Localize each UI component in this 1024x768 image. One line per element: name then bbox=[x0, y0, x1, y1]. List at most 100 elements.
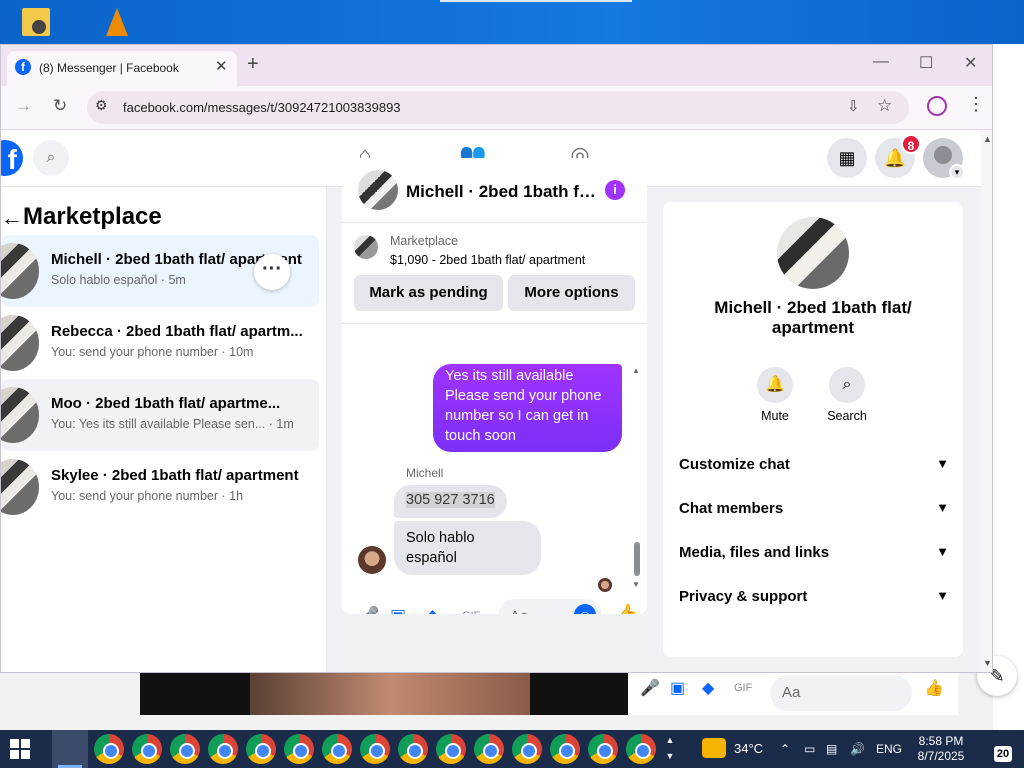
weather-icon[interactable] bbox=[702, 738, 726, 758]
more-options-button[interactable]: More options bbox=[508, 275, 635, 311]
outgoing-message: Yes its still available Please send your… bbox=[433, 364, 622, 452]
messages-scrollbar[interactable]: ▲ ▼ bbox=[632, 366, 642, 589]
address-bar[interactable]: ⚙ facebook.com/messages/t/30924721003839… bbox=[87, 91, 909, 124]
sender-name: Michell bbox=[406, 466, 444, 480]
device-icon[interactable]: ▭ bbox=[804, 742, 815, 756]
desktop-background bbox=[0, 0, 1024, 44]
chevron-up-icon[interactable]: ⌃ bbox=[780, 742, 790, 756]
scroll-up-icon[interactable]: ▲ bbox=[983, 134, 992, 144]
chat-avatar[interactable] bbox=[358, 170, 398, 210]
search-label: Search bbox=[827, 409, 867, 423]
mic-icon: 🎤 bbox=[640, 680, 660, 697]
chat-header-name[interactable]: Michell · 2bed 1bath flat/ apartment bbox=[406, 182, 596, 202]
info-icon[interactable]: i bbox=[605, 180, 625, 200]
mute-button[interactable]: 🔔 Mute bbox=[745, 367, 805, 423]
chrome-icon[interactable] bbox=[588, 734, 618, 764]
volume-icon[interactable]: 🔊 bbox=[850, 742, 865, 756]
chrome-icon[interactable] bbox=[322, 734, 352, 764]
taskbar-overflow-arrows[interactable]: ▲ ▼ bbox=[664, 732, 676, 766]
bookmark-star-icon[interactable]: ☆ bbox=[877, 96, 892, 116]
marketplace-title: Marketplace bbox=[23, 203, 162, 230]
media-files-links-row[interactable]: Media, files and links ▼ bbox=[679, 544, 949, 572]
scroll-down-icon[interactable]: ▼ bbox=[983, 658, 992, 668]
scrollbar-thumb[interactable] bbox=[634, 542, 640, 576]
listing-thumbnail bbox=[1, 315, 39, 371]
taskbar-active-app[interactable] bbox=[52, 730, 88, 768]
menu-grid-icon[interactable]: ▦ bbox=[827, 138, 867, 178]
profile-icon[interactable] bbox=[927, 96, 947, 116]
chrome-icon[interactable] bbox=[132, 734, 162, 764]
incoming-message: Solo hablo español bbox=[394, 521, 541, 575]
close-window-button[interactable]: ✕ bbox=[964, 53, 977, 73]
install-app-icon[interactable]: ⇩ bbox=[847, 97, 860, 115]
folder-desktop-icon[interactable] bbox=[22, 8, 50, 36]
info-avatar[interactable] bbox=[777, 217, 849, 289]
chrome-icon[interactable] bbox=[246, 734, 276, 764]
image-icon: ▣ bbox=[670, 680, 686, 697]
chrome-icon[interactable] bbox=[626, 734, 656, 764]
more-dots-icon[interactable]: ··· bbox=[254, 254, 290, 290]
search-button[interactable]: ⌕ Search bbox=[817, 367, 877, 423]
image-icon[interactable]: ▣ bbox=[390, 606, 406, 614]
listing-price[interactable]: $1,090 - 2bed 1bath flat/ apartment bbox=[390, 253, 585, 267]
chrome-icon[interactable] bbox=[436, 734, 466, 764]
browser-menu-icon[interactable]: ⋮ bbox=[967, 94, 985, 115]
minimize-button[interactable]: — bbox=[873, 53, 889, 71]
chrome-icon[interactable] bbox=[550, 734, 580, 764]
mark-as-pending-button[interactable]: Mark as pending bbox=[354, 275, 503, 311]
scroll-down-icon[interactable]: ▼ bbox=[632, 580, 640, 589]
chrome-icon[interactable] bbox=[512, 734, 542, 764]
page-scrollbar[interactable]: ▲ ▼ bbox=[981, 130, 992, 672]
chrome-icon[interactable] bbox=[474, 734, 504, 764]
windows-start-icon[interactable] bbox=[10, 739, 30, 759]
chat-item[interactable]: Rebecca · 2bed 1bath flat/ apartm... You… bbox=[1, 307, 319, 379]
privacy-support-row[interactable]: Privacy & support ▼ bbox=[679, 588, 949, 616]
facebook-logo[interactable]: f bbox=[1, 140, 23, 176]
tab-messenger[interactable]: f (8) Messenger | Facebook ✕ bbox=[7, 51, 237, 86]
site-settings-icon[interactable]: ⚙ bbox=[95, 97, 108, 114]
clock[interactable]: 8:58 PM 8/7/2025 bbox=[906, 734, 976, 764]
reload-button[interactable]: ↻ bbox=[53, 96, 67, 116]
notification-center-icon[interactable]: 20 bbox=[986, 736, 1012, 762]
message-composer: 🎤 ▣ ◆ GIF Aa ☺ 👍 bbox=[342, 599, 647, 614]
search-icon[interactable]: ⌕ bbox=[33, 140, 69, 176]
new-tab-button[interactable]: + bbox=[247, 53, 259, 76]
sticker-icon[interactable]: ◆ bbox=[426, 606, 439, 614]
chevron-down-icon[interactable]: ▾ bbox=[949, 164, 965, 180]
gif-icon[interactable]: GIF bbox=[462, 610, 480, 614]
chrome-icon[interactable] bbox=[208, 734, 238, 764]
like-icon[interactable]: 👍 bbox=[614, 602, 639, 614]
listing-thumbnail bbox=[1, 459, 39, 515]
temperature[interactable]: 34°C bbox=[734, 741, 763, 756]
customize-chat-row[interactable]: Customize chat ▼ bbox=[679, 456, 949, 484]
chrome-icon[interactable] bbox=[360, 734, 390, 764]
chrome-icon[interactable] bbox=[284, 734, 314, 764]
chrome-icon[interactable] bbox=[398, 734, 428, 764]
chat-item[interactable]: Skylee · 2bed 1bath flat/ apartment You:… bbox=[1, 451, 319, 523]
sender-avatar[interactable] bbox=[358, 546, 386, 574]
back-arrow-icon[interactable]: ← bbox=[1, 205, 23, 231]
maximize-button[interactable]: ☐ bbox=[919, 53, 933, 73]
sticker-icon: ◆ bbox=[702, 680, 715, 697]
chat-members-row[interactable]: Chat members ▼ bbox=[679, 500, 949, 528]
background-message-input: Aa bbox=[770, 675, 912, 711]
scroll-up-icon[interactable]: ▲ bbox=[632, 366, 640, 375]
phone-number-text[interactable]: 305 927 3716 bbox=[406, 492, 495, 508]
forward-button[interactable]: → bbox=[15, 96, 32, 116]
chevron-down-icon: ▼ bbox=[936, 456, 949, 471]
browser-toolbar: → ↻ ⚙ facebook.com/messages/t/3092472100… bbox=[1, 86, 992, 130]
chat-item-preview: You: send your phone number · 1h bbox=[51, 489, 244, 503]
notification-badge: 8 bbox=[901, 134, 921, 154]
url-text: facebook.com/messages/t/3092472100383989… bbox=[123, 100, 401, 115]
close-tab-icon[interactable]: ✕ bbox=[215, 57, 228, 75]
vlc-desktop-icon[interactable] bbox=[106, 8, 128, 36]
date-text: 8/7/2025 bbox=[917, 749, 965, 763]
listing-thumbnail[interactable] bbox=[354, 235, 378, 259]
language-indicator[interactable]: ENG bbox=[876, 742, 902, 756]
mic-icon[interactable]: 🎤 bbox=[358, 606, 379, 614]
network-icon[interactable]: ▤ bbox=[826, 742, 837, 756]
read-receipt-avatar bbox=[598, 578, 612, 592]
chat-item[interactable]: Moo · 2bed 1bath flat/ apartme... You: Y… bbox=[1, 379, 319, 451]
chrome-icon[interactable] bbox=[170, 734, 200, 764]
chrome-icon[interactable] bbox=[94, 734, 124, 764]
